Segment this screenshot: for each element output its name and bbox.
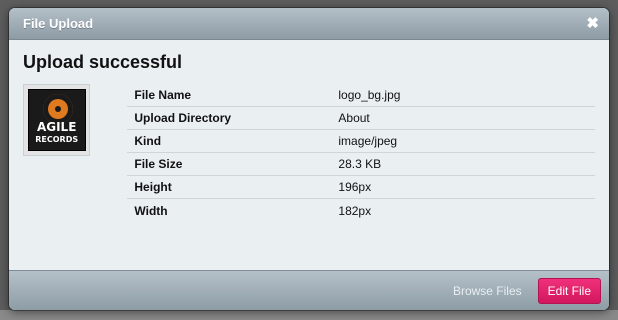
agile-records-logo: AGILE RECORDS — [27, 89, 86, 151]
file-thumbnail: AGILE RECORDS — [23, 84, 91, 156]
file-upload-dialog: File Upload ✖ Upload successful AGILE RE… — [9, 8, 609, 310]
detail-row-width: Width 182px — [127, 199, 595, 222]
detail-label: Width — [134, 203, 168, 218]
detail-row-upload-directory: Upload Directory About — [127, 107, 595, 130]
close-icon[interactable]: ✖ — [586, 16, 599, 31]
detail-label: Kind — [134, 134, 162, 148]
detail-value: logo_bg.jpg — [338, 88, 401, 102]
detail-row-file-size: File Size 28.3 KB — [127, 153, 595, 176]
dialog-footer: Browse Files Edit File — [9, 270, 609, 310]
logo-text-line1: AGILE — [36, 120, 77, 134]
detail-label: Upload Directory — [134, 111, 232, 125]
detail-value: 28.3 KB — [338, 157, 382, 171]
edit-file-button[interactable]: Edit File — [537, 277, 601, 304]
logo-text-line2: RECORDS — [35, 135, 79, 144]
dialog-title: File Upload — [23, 16, 94, 31]
detail-value: 196px — [338, 180, 372, 194]
dialog-body: Upload successful AGILE RECORDS File Nam… — [9, 40, 609, 278]
dialog-header: File Upload ✖ — [9, 8, 609, 40]
detail-label: Height — [134, 180, 172, 194]
page-backdrop — [0, 310, 618, 320]
detail-value: 182px — [338, 203, 372, 218]
detail-row-kind: Kind image/jpeg — [127, 130, 595, 153]
detail-value: image/jpeg — [338, 134, 398, 148]
detail-row-height: Height 196px — [127, 176, 595, 199]
browse-files-link[interactable]: Browse Files — [453, 284, 522, 298]
detail-label: File Size — [134, 157, 183, 171]
file-details-table: File Name logo_bg.jpg Upload Directory A… — [127, 84, 595, 222]
upload-status-heading: Upload successful — [23, 52, 183, 72]
detail-label: File Name — [134, 88, 192, 102]
detail-row-file-name: File Name logo_bg.jpg — [127, 84, 595, 107]
detail-value: About — [338, 111, 370, 125]
upload-content: AGILE RECORDS File Name logo_bg.jpg Uplo… — [23, 84, 595, 222]
